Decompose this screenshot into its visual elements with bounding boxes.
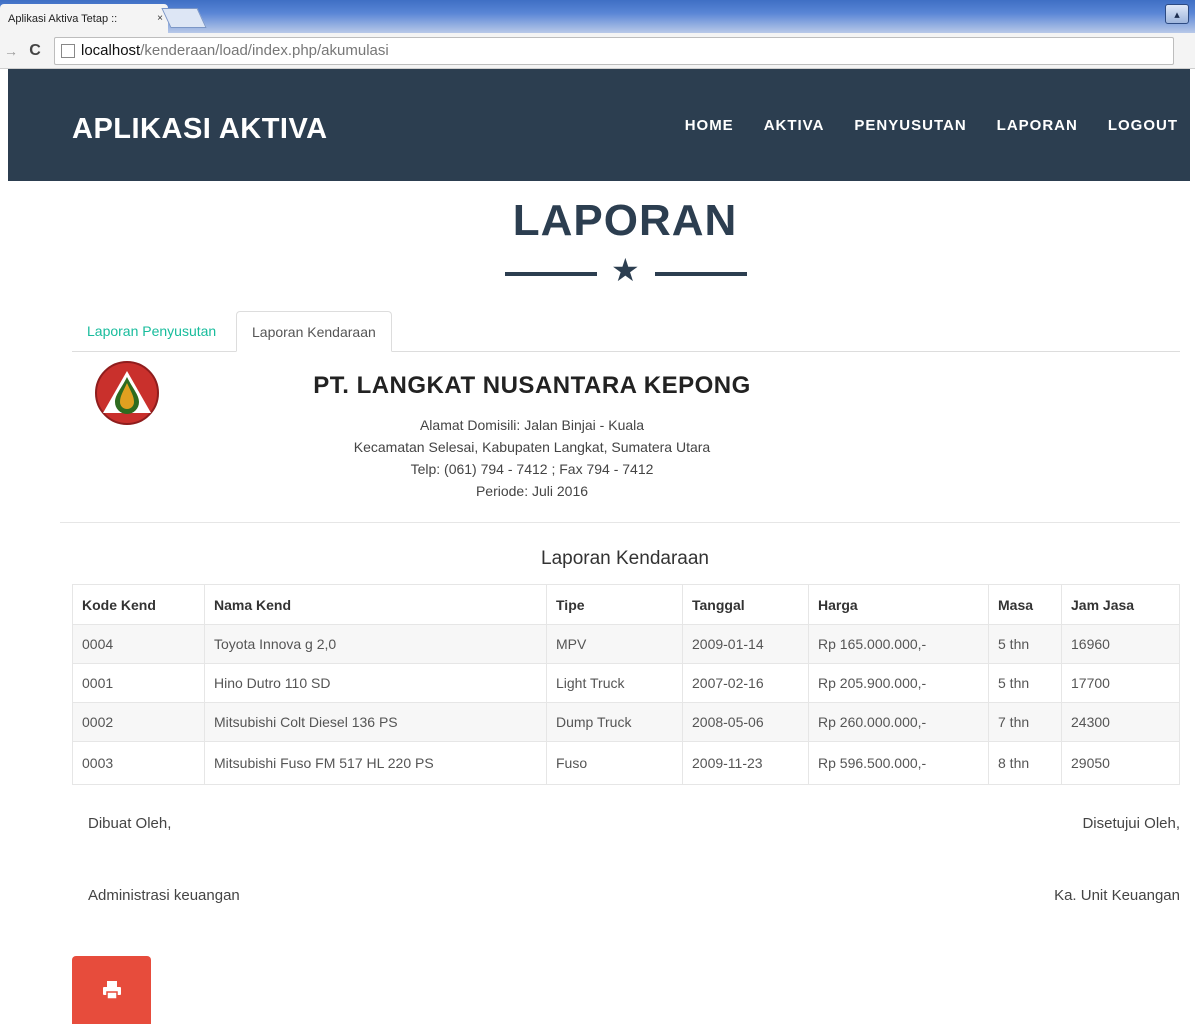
approver-role: Ka. Unit Keuangan [1054, 887, 1180, 904]
forward-arrow-icon[interactable]: → [0, 43, 22, 59]
brand-title[interactable]: APLIKASI AKTIVA [72, 113, 328, 146]
report-period: Periode: Juli 2016 [475, 483, 589, 499]
table-cell: 29050 [1061, 741, 1180, 785]
made-by-label: Dibuat Oleh, [88, 815, 172, 832]
table-row: 0004 Toyota Innova g 2,0 MPV 2009-01-14 … [72, 624, 1180, 664]
column-header: Harga [808, 584, 989, 625]
table-row: 0002 Mitsubishi Colt Diesel 136 PS Dump … [72, 702, 1180, 742]
print-icon [102, 981, 121, 1000]
table-cell: 24300 [1061, 702, 1180, 742]
table-cell: 2009-11-23 [682, 741, 809, 785]
table-row: 0003 Mitsubishi Fuso FM 517 HL 220 PS Fu… [72, 741, 1180, 785]
table-cell: 0004 [72, 624, 205, 664]
section-divider [60, 522, 1180, 523]
table-cell: Fuso [546, 741, 683, 785]
star-icon: ★ [611, 252, 640, 288]
table-cell: Mitsubishi Colt Diesel 136 PS [204, 702, 547, 742]
table-cell: 17700 [1061, 663, 1180, 703]
nav-link-home[interactable]: HOME [685, 117, 734, 134]
nav-link-aktiva[interactable]: AKTIVA [764, 117, 825, 134]
column-header: Masa [988, 584, 1062, 625]
print-button[interactable] [72, 956, 151, 1024]
table-cell: 0003 [72, 741, 205, 785]
company-name: PT. LANGKAT NUSANTARA KEPONG [313, 372, 751, 399]
column-header: Jam Jasa [1061, 584, 1180, 625]
report-title: Laporan Kendaraan [541, 548, 709, 569]
url-input[interactable]: localhost/kenderaan/load/index.php/akumu… [54, 36, 1174, 65]
report-tabs: Laporan Penyusutan Laporan Kendaraan [72, 311, 1180, 352]
table-cell: Dump Truck [546, 702, 683, 742]
table-cell: 16960 [1061, 624, 1180, 664]
table-cell: MPV [546, 624, 683, 664]
reload-icon[interactable]: C [22, 42, 48, 60]
browser-tab[interactable]: Aplikasi Aktiva Tetap :: × [0, 4, 168, 33]
column-header: Tipe [546, 584, 683, 625]
column-header: Tanggal [682, 584, 809, 625]
table-cell: 2008-05-06 [682, 702, 809, 742]
nav-link-penyusutan[interactable]: PENYUSUTAN [854, 117, 966, 134]
nav-link-laporan[interactable]: LAPORAN [997, 117, 1078, 134]
table-cell: Rp 260.000.000,- [808, 702, 989, 742]
tab-laporan-penyusutan[interactable]: Laporan Penyusutan [72, 311, 231, 352]
column-header: Kode Kend [72, 584, 205, 625]
table-cell: 0001 [72, 663, 205, 703]
table-cell: 2009-01-14 [682, 624, 809, 664]
table-row: 0001 Hino Dutro 110 SD Light Truck 2007-… [72, 663, 1180, 703]
nav-links: HOME AKTIVA PENYUSUTAN LAPORAN LOGOUT [685, 117, 1178, 134]
nav-link-logout[interactable]: LOGOUT [1108, 117, 1178, 134]
company-address-line: Kecamatan Selesai, Kabupaten Langkat, Su… [353, 439, 711, 455]
approved-by-label: Disetujui Oleh, [1082, 815, 1180, 832]
window-restore-icon[interactable]: ▴ [1165, 4, 1189, 24]
table-cell: 2007-02-16 [682, 663, 809, 703]
tab-laporan-kendaraan[interactable]: Laporan Kendaraan [236, 311, 392, 352]
table-cell: Rp 205.900.000,- [808, 663, 989, 703]
new-tab-button[interactable] [161, 8, 207, 28]
table-cell: Hino Dutro 110 SD [204, 663, 547, 703]
page-icon [61, 43, 75, 58]
address-bar: → C localhost/kenderaan/load/index.php/a… [0, 33, 1195, 69]
table-cell: Toyota Innova g 2,0 [204, 624, 547, 664]
table-cell: 8 thn [988, 741, 1062, 785]
table-cell: 7 thn [988, 702, 1062, 742]
page-title: LAPORAN [512, 196, 738, 245]
browser-tab-bar: Aplikasi Aktiva Tetap :: × ▴ [0, 0, 1195, 33]
maker-role: Administrasi keuangan [88, 887, 240, 904]
star-divider: ★ [505, 254, 747, 288]
table-cell: 0002 [72, 702, 205, 742]
url-path: /kenderaan/load/index.php/akumulasi [140, 42, 389, 59]
table-cell: Rp 596.500.000,- [808, 741, 989, 785]
table-cell: 5 thn [988, 624, 1062, 664]
table-cell: Mitsubishi Fuso FM 517 HL 220 PS [204, 741, 547, 785]
vehicle-report-table: Kode Kend Nama Kend Tipe Tanggal Harga M… [72, 584, 1180, 785]
company-address-line: Alamat Domisili: Jalan Binjai - Kuala [419, 417, 645, 433]
table-header-row: Kode Kend Nama Kend Tipe Tanggal Harga M… [72, 584, 1180, 625]
table-cell: Light Truck [546, 663, 683, 703]
url-host: localhost [81, 42, 141, 59]
column-header: Nama Kend [204, 584, 547, 625]
table-cell: Rp 165.000.000,- [808, 624, 989, 664]
site-navbar: APLIKASI AKTIVA HOME AKTIVA PENYUSUTAN L… [8, 69, 1190, 181]
company-phone: Telp: (061) 794 - 7412 ; Fax 794 - 7412 [410, 461, 654, 477]
table-cell: 5 thn [988, 663, 1062, 703]
browser-tab-title: Aplikasi Aktiva Tetap :: [8, 12, 118, 25]
